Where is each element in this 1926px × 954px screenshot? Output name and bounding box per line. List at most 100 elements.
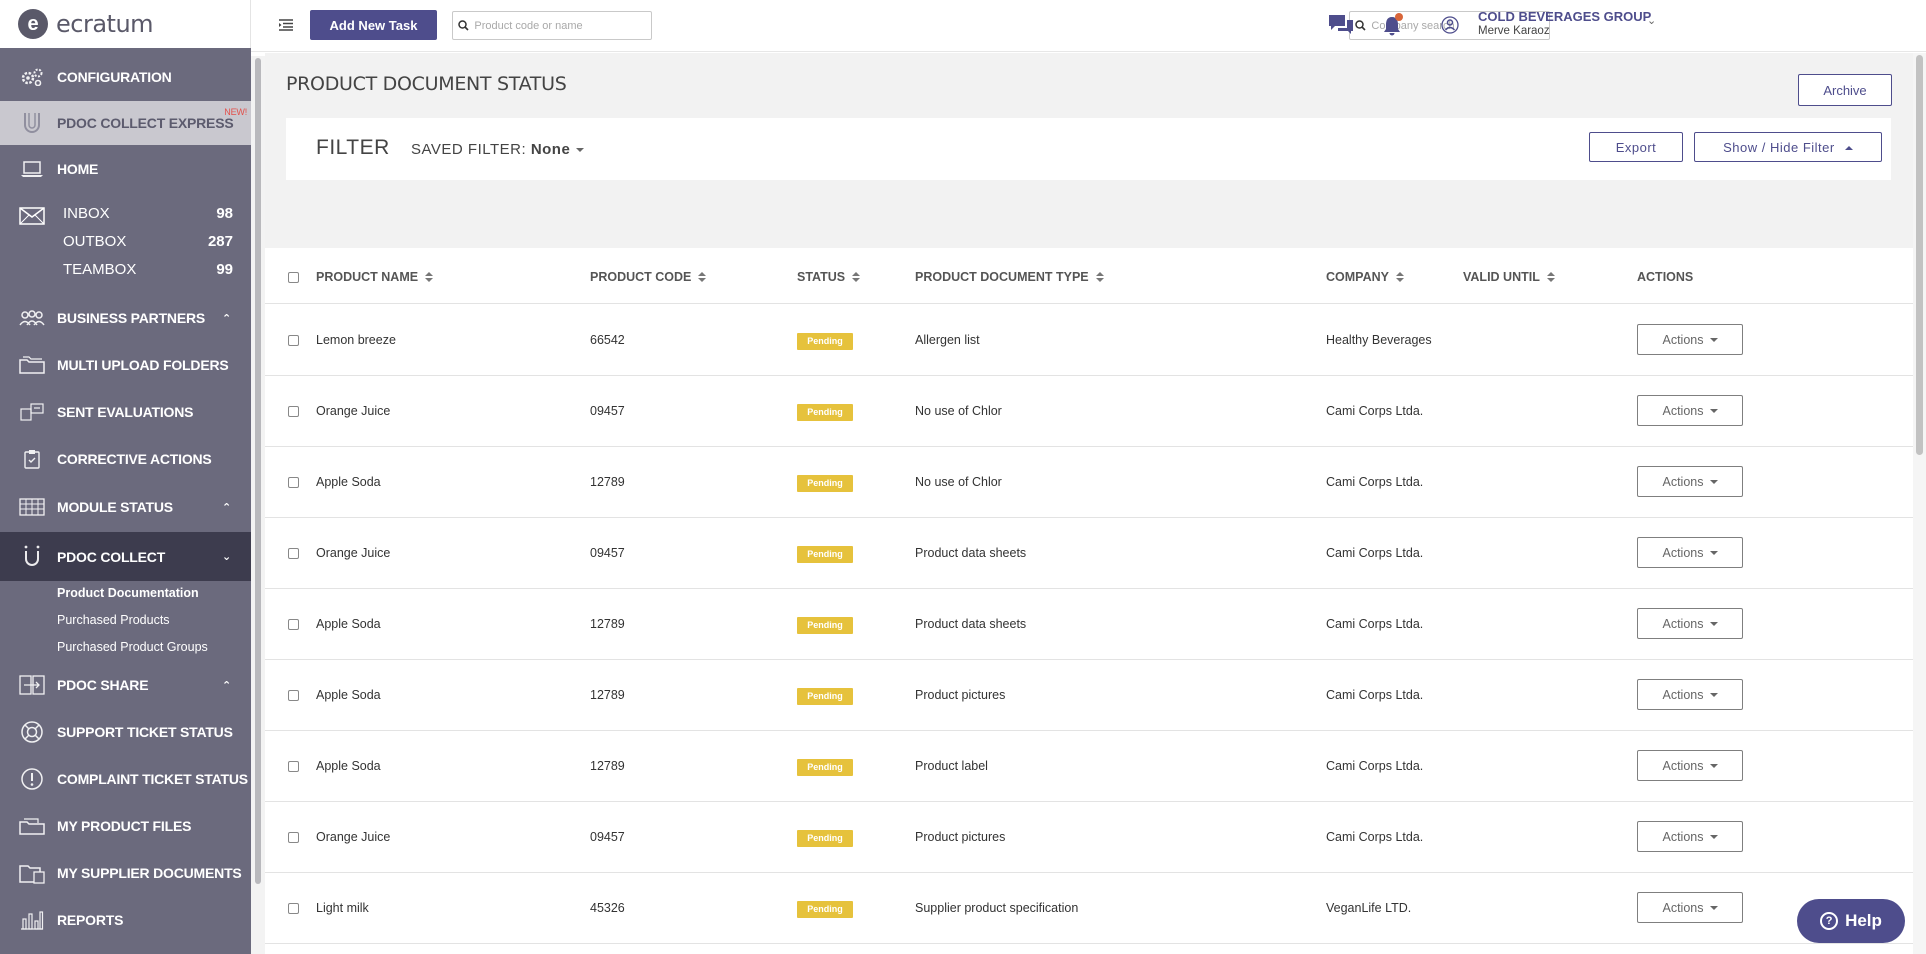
- user-icon[interactable]: [1441, 14, 1459, 41]
- row-checkbox[interactable]: [288, 619, 299, 630]
- column-header-status[interactable]: STATUS: [797, 270, 861, 284]
- row-checkbox[interactable]: [288, 406, 299, 417]
- table-header: PRODUCT NAME PRODUCT CODE STATUS PRODUCT…: [265, 248, 1913, 304]
- row-checkbox[interactable]: [288, 832, 299, 843]
- chevron-up-icon: ⌃: [221, 679, 231, 692]
- saved-filter-label: SAVED FILTER:: [411, 141, 527, 158]
- main-scrollbar[interactable]: [1913, 53, 1926, 954]
- sidebar-subitem-purchased-products[interactable]: Purchased Products: [57, 613, 170, 627]
- row-checkbox[interactable]: [288, 761, 299, 772]
- clipboard-icon: [17, 448, 47, 470]
- product-search[interactable]: [452, 11, 652, 40]
- product-name-cell: Light milk: [316, 901, 369, 915]
- actions-dropdown[interactable]: Actions: [1637, 608, 1743, 639]
- sidebar-item-teambox[interactable]: TEAMBOX 99: [63, 261, 233, 278]
- sidebar-item-corrective-actions[interactable]: CORRECTIVE ACTIONS: [0, 437, 251, 481]
- filter-title: FILTER: [316, 136, 390, 159]
- table-row[interactable]: Lemon breeze 66542 Pending Allergen list…: [265, 305, 1913, 376]
- menu-icon[interactable]: [279, 18, 293, 35]
- status-badge: Pending: [797, 830, 853, 847]
- product-code-cell: 12789: [590, 617, 625, 631]
- chevron-up-icon: ⌃: [221, 312, 231, 325]
- add-new-task-button[interactable]: Add New Task: [310, 10, 437, 40]
- sidebar-item-configuration[interactable]: CONFIGURATION: [0, 55, 251, 99]
- row-checkbox[interactable]: [288, 548, 299, 559]
- row-checkbox[interactable]: [288, 477, 299, 488]
- sidebar-scrollbar[interactable]: [251, 56, 265, 954]
- actions-dropdown[interactable]: Actions: [1637, 537, 1743, 568]
- caret-down-icon: [1709, 338, 1718, 343]
- actions-dropdown[interactable]: Actions: [1637, 324, 1743, 355]
- actions-label: Actions: [1662, 829, 1704, 844]
- logo[interactable]: e ecratum: [0, 0, 251, 48]
- help-button[interactable]: ? Help: [1797, 899, 1905, 943]
- user-name: Merve Karaoz: [1478, 25, 1550, 37]
- product-name-cell: Apple Soda: [316, 759, 381, 773]
- company-switcher[interactable]: COLD BEVERAGES GROUP Merve Karaoz: [1478, 9, 1651, 37]
- sidebar-item-pdoc-collect[interactable]: PDOC COLLECT ⌄: [0, 532, 251, 581]
- column-header-product-name[interactable]: PRODUCT NAME: [316, 270, 434, 284]
- table-row[interactable]: Light milk 45326 Pending Supplier produc…: [265, 873, 1913, 944]
- actions-dropdown[interactable]: Actions: [1637, 821, 1743, 852]
- archive-button[interactable]: Archive: [1798, 74, 1892, 106]
- sidebar-item-multi-upload[interactable]: MULTI UPLOAD FOLDERS: [0, 343, 251, 387]
- product-code-cell: 09457: [590, 830, 625, 844]
- actions-dropdown[interactable]: Actions: [1637, 679, 1743, 710]
- teambox-label: TEAMBOX: [63, 261, 137, 278]
- row-checkbox[interactable]: [288, 903, 299, 914]
- column-header-valid-until[interactable]: VALID UNTIL: [1463, 270, 1555, 284]
- sidebar-item-my-supplier-documents[interactable]: MY SUPPLIER DOCUMENTS: [0, 851, 251, 895]
- company-name: COLD BEVERAGES GROUP: [1478, 9, 1652, 24]
- main-scrollbar-thumb[interactable]: [1916, 55, 1923, 455]
- search-icon: [453, 20, 474, 31]
- actions-dropdown[interactable]: Actions: [1637, 750, 1743, 781]
- product-name-cell: Orange Juice: [316, 546, 391, 560]
- saved-filter-dropdown[interactable]: SAVED FILTER: None: [411, 141, 585, 158]
- chat-icon[interactable]: [1327, 13, 1355, 42]
- sidebar-subitem-product-documentation[interactable]: Product Documentation: [57, 586, 199, 600]
- sidebar-item-my-product-files[interactable]: MY PRODUCT FILES: [0, 804, 251, 848]
- row-checkbox[interactable]: [288, 335, 299, 346]
- sidebar-item-module-status[interactable]: MODULE STATUS ⌃: [0, 485, 251, 529]
- table-row[interactable]: Orange Juice 09457 Pending Product data …: [265, 518, 1913, 589]
- sidebar-item-sent-evaluations[interactable]: SENT EVALUATIONS: [0, 390, 251, 434]
- sidebar-item-pdoc-share[interactable]: PDOC SHARE ⌃: [0, 663, 251, 707]
- logo-text: ecratum: [56, 10, 154, 38]
- actions-dropdown[interactable]: Actions: [1637, 466, 1743, 497]
- sidebar-item-pdoc-express[interactable]: PDOC COLLECT EXPRESS NEW!: [0, 101, 251, 145]
- sidebar-item-label: MY SUPPLIER DOCUMENTS: [57, 865, 242, 881]
- sidebar-item-inbox[interactable]: INBOX 98: [63, 205, 233, 222]
- doc-type-cell: Product data sheets: [915, 617, 1027, 631]
- status-badge: Pending: [797, 759, 853, 776]
- sidebar-item-reports[interactable]: REPORTS: [0, 898, 251, 942]
- sidebar-item-outbox[interactable]: OUTBOX 287: [63, 233, 233, 250]
- export-button[interactable]: Export: [1589, 132, 1683, 162]
- sidebar-subitem-purchased-product-groups[interactable]: Purchased Product Groups: [57, 640, 208, 654]
- show-hide-filter-button[interactable]: Show / Hide Filter: [1694, 132, 1882, 162]
- table-row[interactable]: Apple Soda 12789 Pending Product picture…: [265, 660, 1913, 731]
- column-header-company[interactable]: COMPANY: [1326, 270, 1404, 284]
- actions-dropdown[interactable]: Actions: [1637, 395, 1743, 426]
- column-header-product-code[interactable]: PRODUCT CODE: [590, 270, 707, 284]
- table-row[interactable]: Apple Soda 12789 Pending No use of Chlor…: [265, 447, 1913, 518]
- row-checkbox[interactable]: [288, 690, 299, 701]
- sidebar-item-home[interactable]: HOME: [0, 147, 251, 191]
- sidebar-scrollbar-thumb[interactable]: [255, 58, 261, 884]
- table-row[interactable]: Apple Soda 12789 Pending Product label C…: [265, 731, 1913, 802]
- actions-dropdown[interactable]: Actions: [1637, 892, 1743, 923]
- company-cell: Cami Corps Ltda.: [1326, 617, 1424, 631]
- chevron-down-icon[interactable]: ⌄: [1647, 14, 1656, 27]
- column-header-doc-type[interactable]: PRODUCT DOCUMENT TYPE: [915, 270, 1104, 284]
- select-all-checkbox[interactable]: [288, 272, 299, 283]
- sidebar-item-complaint-ticket[interactable]: COMPLAINT TICKET STATUS: [0, 757, 251, 801]
- caret-down-icon: [1709, 693, 1718, 698]
- table-row[interactable]: Orange Juice 09457 Pending No use of Chl…: [265, 376, 1913, 447]
- table-row[interactable]: Apple Soda 12789 Pending Product data sh…: [265, 589, 1913, 660]
- caret-down-icon: [1709, 409, 1718, 414]
- sidebar-item-support-ticket[interactable]: SUPPORT TICKET STATUS: [0, 710, 251, 754]
- sidebar-item-business-partners[interactable]: BUSINESS PARTNERS ⌃: [0, 296, 251, 340]
- bell-icon[interactable]: [1381, 12, 1405, 43]
- table-row[interactable]: Orange Juice 09457 Pending Product pictu…: [265, 802, 1913, 873]
- product-code-cell: 45326: [590, 901, 625, 915]
- product-search-input[interactable]: [474, 19, 651, 32]
